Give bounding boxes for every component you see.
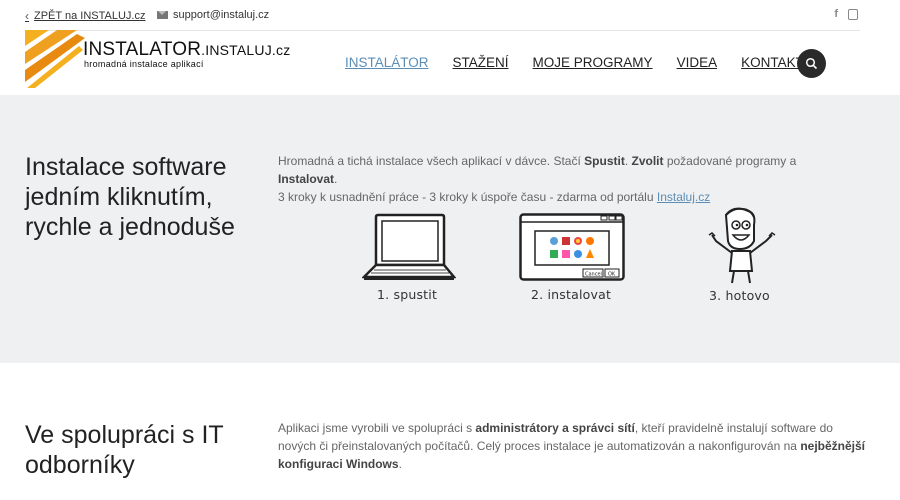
- window-cancel-text: Cancel: [585, 272, 602, 278]
- brand-title-main: INSTALATOR: [83, 39, 202, 60]
- hero-text-part: 3 kroky k usnadnění práce - 3 kroky k ús…: [278, 190, 657, 204]
- main-nav: INSTALÁTOR STAŽENÍ MOJE PROGRAMY VIDEA K…: [345, 55, 804, 70]
- social-links: f: [834, 8, 858, 20]
- top-bar: ‹ ZPĚT na INSTALUJ.cz support@instaluj.c…: [0, 0, 900, 30]
- envelope-icon: [157, 11, 168, 19]
- section-cooperation-heading: Ve spolupráci s IT odborníky: [25, 421, 224, 479]
- hero-section: Instalace software jedním kliknutím, ryc…: [0, 95, 900, 363]
- instalator-logo-icon[interactable]: [25, 30, 85, 88]
- laptop-icon: [362, 213, 456, 280]
- nav-stazeni[interactable]: STAŽENÍ: [453, 55, 509, 70]
- brand-title-domain: .INSTALUJ.cz: [201, 42, 291, 58]
- back-to-instaluj-link[interactable]: ‹ ZPĚT na INSTALUJ.cz: [25, 9, 145, 23]
- hero-text-part: .: [624, 154, 632, 168]
- nav-instalator[interactable]: INSTALÁTOR: [345, 55, 429, 70]
- facebook-icon[interactable]: f: [834, 8, 838, 20]
- back-link-label: ZPĚT na INSTALUJ.cz: [34, 10, 146, 22]
- search-button[interactable]: [797, 49, 826, 78]
- hero-text-bold: Spustit: [584, 154, 625, 168]
- hero-text-part: požadované programy a: [663, 154, 797, 168]
- support-email: support@instaluj.cz: [173, 9, 270, 21]
- top-divider: [25, 30, 860, 31]
- hero-text-bold: Instalovat: [278, 172, 335, 186]
- hero-text-part: .: [334, 172, 338, 186]
- hero-text-part: Hromadná a tichá instalace všech aplikac…: [278, 154, 585, 168]
- hero-description: Hromadná a tichá instalace všech aplikac…: [278, 152, 848, 206]
- hero-text-bold: Zvolit: [631, 154, 664, 168]
- chevron-left-icon: ‹: [25, 9, 29, 23]
- section-text-bold: administrátory a správci sítí: [475, 421, 635, 435]
- window-ok-text: OK: [608, 272, 616, 278]
- brand-title[interactable]: INSTALATOR.INSTALUJ.cz: [83, 39, 290, 61]
- youtube-icon[interactable]: [848, 8, 858, 20]
- section-text-part: .: [398, 457, 402, 471]
- search-icon: [805, 57, 818, 70]
- instaluj-link[interactable]: Instaluj.cz: [657, 190, 710, 204]
- brand-subtitle: hromadná instalace aplikací: [84, 59, 204, 69]
- step-1-label: 1. spustit: [377, 287, 438, 302]
- support-contact[interactable]: support@instaluj.cz: [157, 9, 269, 21]
- step-3-label: 3. hotovo: [709, 288, 770, 303]
- happy-character-icon: [708, 207, 776, 284]
- section-text-part: Aplikaci jsme vyrobili ve spolupráci s: [278, 421, 476, 435]
- section-cooperation-text: Aplikaci jsme vyrobili ve spolupráci s a…: [278, 419, 868, 473]
- nav-moje-programy[interactable]: MOJE PROGRAMY: [533, 55, 653, 70]
- nav-videa[interactable]: VIDEA: [677, 55, 718, 70]
- installer-window-icon: Cancel OK: [519, 213, 625, 281]
- step-2-label: 2. instalovat: [531, 287, 612, 302]
- hero-heading: Instalace software jedním kliknutím, ryc…: [25, 153, 235, 241]
- nav-kontakt[interactable]: KONTAKT: [741, 55, 804, 70]
